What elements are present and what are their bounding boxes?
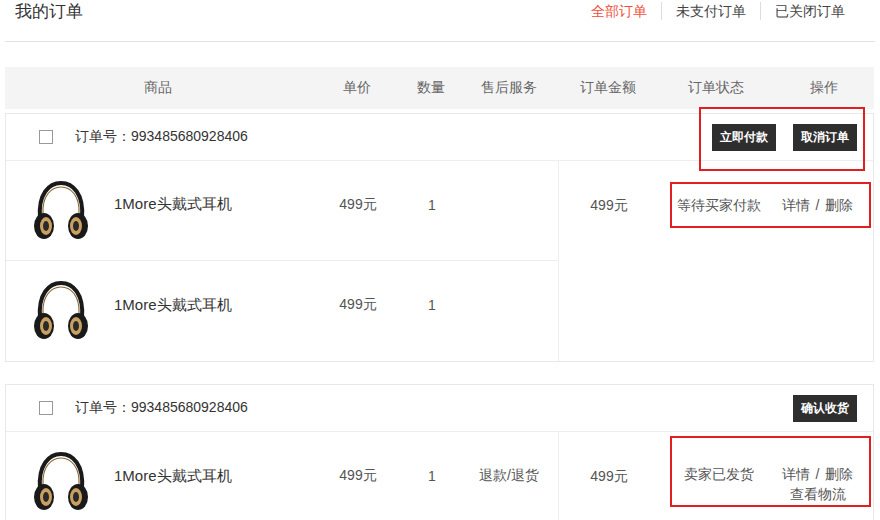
after-sale-cell[interactable]: 退款/退货 [460,467,558,485]
headphone-icon [33,280,89,342]
order-card: 订单号：993485680928406确认收货1More头戴式耳机499元1退款… [5,384,874,520]
order-checkbox[interactable] [39,401,53,415]
headphone-icon [33,451,89,513]
quantity-cell: 1 [404,297,460,313]
column-header: 订单金额 [558,79,658,97]
order-status: 等待买家付款 [672,194,766,216]
column-header: 订单状态 [658,79,774,97]
item-row: 1More头戴式耳机 499元1 [6,261,558,361]
order-actions: 详情 / 删除 [766,194,869,216]
order-amount: 499元 [559,432,659,520]
product-cell: 1More头戴式耳机 [6,439,312,513]
order-number: 订单号：993485680928406 [75,399,248,417]
action-link[interactable]: 删除 [825,197,853,213]
order-buttons: 确认收货 [793,395,857,422]
action-separator: / [816,197,820,213]
order-body: 1More头戴式耳机499元1退款/退货499元卖家已发货详情/删除查看物流 [6,432,873,520]
order-header: 订单号：993485680928406 立即付款取消订单 [6,114,873,161]
action-link[interactable]: 详情 [782,197,810,213]
orders-page: 我的订单全部订单未支付订单已关闭订单商品单价数量售后服务订单金额订单状态操作订单… [0,0,880,520]
order-tab[interactable]: 未支付订单 [661,2,760,20]
order-tab[interactable]: 已关闭订单 [760,2,859,20]
item-row: 1More头戴式耳机 499元1 [6,161,558,261]
product-name[interactable]: 1More头戴式耳机 [114,296,232,315]
order-amount: 499元 [559,161,659,361]
action-link[interactable]: 查看物流 [766,485,869,503]
order-body: 1More头戴式耳机499元11More头戴式耳机499元1499元等待买家付款… [6,161,873,361]
table-header: 商品单价数量售后服务订单金额订单状态操作 [5,67,874,109]
order-tabs: 全部订单未支付订单已关闭订单 [577,0,875,20]
highlight-box [699,107,865,171]
order-summary: 499元卖家已发货详情 / 删除查看物流 [559,432,873,520]
order-checkbox[interactable] [39,130,53,144]
order-button[interactable]: 确认收货 [793,395,857,422]
order-buttons: 立即付款取消订单 [712,124,857,151]
order-actions: 详情 / 删除查看物流 [766,463,869,503]
column-header: 售后服务 [459,79,558,97]
action-line: 详情 / 删除 [766,463,869,485]
product-cell: 1More头戴式耳机 [6,168,312,242]
order-items: 1More头戴式耳机 499元1退款/退货 [6,432,559,520]
order-header: 订单号：993485680928406 确认收货 [6,385,873,432]
order-summary: 499元等待买家付款详情 / 删除 [559,161,873,361]
price-cell: 499元 [312,467,404,485]
column-header: 数量 [403,79,459,97]
quantity-cell: 1 [404,468,460,484]
action-link[interactable]: 详情 [782,466,810,482]
page-header: 我的订单 全部订单未支付订单已关闭订单 [5,0,875,42]
action-separator: / [816,466,820,482]
status-group: 等待买家付款详情 / 删除 [670,182,871,228]
order-status: 卖家已发货 [672,463,766,503]
price-cell: 499元 [312,196,404,214]
order-button[interactable]: 取消订单 [793,124,857,151]
column-header: 商品 [5,79,311,97]
order-button[interactable]: 立即付款 [712,124,776,151]
quantity-cell: 1 [404,197,460,213]
page-title: 我的订单 [5,0,83,22]
column-header: 操作 [774,79,874,97]
action-link[interactable]: 删除 [825,466,853,482]
item-row: 1More头戴式耳机 499元1退款/退货 [6,432,558,520]
price-cell: 499元 [312,296,404,314]
action-line: 详情 / 删除 [766,194,869,216]
order-tab[interactable]: 全部订单 [577,2,661,20]
order-card: 订单号：993485680928406 立即付款取消订单 1More头戴式耳机 499… [5,113,874,362]
headphone-icon [33,180,89,242]
order-items: 1More头戴式耳机499元11More头戴式耳机499元1 [6,161,559,361]
column-header: 单价 [311,79,403,97]
order-number: 订单号：993485680928406 [75,128,248,146]
product-cell: 1More头戴式耳机 [6,268,312,342]
status-group: 卖家已发货详情 / 删除查看物流 [670,436,871,507]
product-name[interactable]: 1More头戴式耳机 [114,195,232,214]
product-name[interactable]: 1More头戴式耳机 [114,467,232,486]
